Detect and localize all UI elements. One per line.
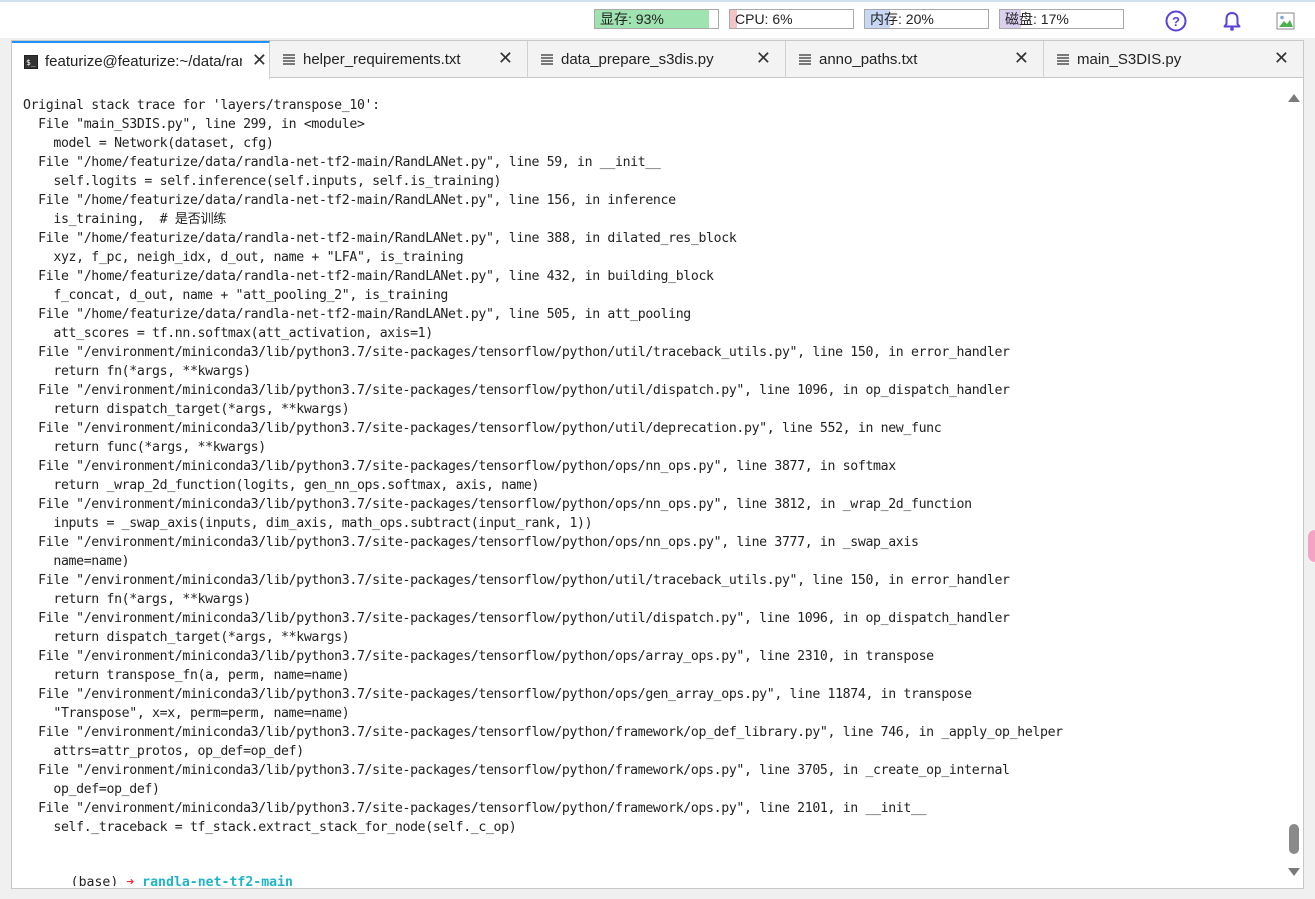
- terminal-line: File "/home/featurize/data/randla-net-tf…: [23, 155, 661, 170]
- memory-meter: 内存: 20%: [864, 9, 989, 29]
- close-icon[interactable]: ✕: [1014, 49, 1029, 67]
- vertical-scrollbar[interactable]: [1285, 86, 1303, 886]
- terminal-line: File "/environment/miniconda3/lib/python…: [23, 345, 1010, 360]
- terminal-line: File "/environment/miniconda3/lib/python…: [23, 687, 972, 702]
- scroll-thumb[interactable]: [1289, 824, 1299, 854]
- file-icon: [799, 54, 811, 65]
- terminal-line: File "/environment/miniconda3/lib/python…: [23, 649, 934, 664]
- prompt-directory: randla-net-tf2-main: [142, 875, 293, 886]
- terminal-line: return dispatch_target(*args, **kwargs): [23, 402, 350, 417]
- terminal-line: File "/environment/miniconda3/lib/python…: [23, 383, 1010, 398]
- file-icon: [283, 54, 295, 65]
- prompt-env: (base): [70, 875, 119, 886]
- terminal-line: File "/home/featurize/data/randla-net-tf…: [23, 307, 691, 322]
- terminal-prompt[interactable]: (base) ➜ randla-net-tf2-main: [23, 854, 293, 886]
- terminal-line: File "/environment/miniconda3/lib/python…: [23, 611, 1010, 626]
- terminal-line: Original stack trace for 'layers/transpo…: [23, 98, 380, 113]
- disk-meter: 磁盘: 17%: [999, 9, 1124, 29]
- terminal-output[interactable]: Original stack trace for 'layers/transpo…: [12, 86, 1282, 886]
- terminal-line: return fn(*args, **kwargs): [23, 592, 251, 607]
- terminal-line: File "/environment/miniconda3/lib/python…: [23, 497, 972, 512]
- terminal-icon: $_: [24, 55, 38, 69]
- close-icon[interactable]: ✕: [1274, 49, 1289, 67]
- svg-text:$_: $_: [26, 58, 36, 67]
- close-icon[interactable]: ✕: [498, 49, 513, 67]
- close-icon[interactable]: ✕: [252, 51, 267, 69]
- terminal-line: return fn(*args, **kwargs): [23, 364, 251, 379]
- floating-widget[interactable]: [1308, 530, 1315, 562]
- tab-label: anno_paths.txt: [819, 51, 918, 68]
- terminal-line: op_def=op_def): [23, 782, 160, 797]
- tab-label: featurize@featurize:~/data/randla-net-tf…: [45, 53, 242, 70]
- cpu-label: CPU: 6%: [735, 11, 793, 27]
- svg-text:?: ?: [1172, 14, 1180, 29]
- terminal-line: return transpose_fn(a, perm, name=name): [23, 668, 350, 683]
- memory-label: 内存: 20%: [870, 11, 934, 27]
- terminal-line: self._traceback = tf_stack.extract_stack…: [23, 820, 517, 835]
- tab-main-s3dis[interactable]: main_S3DIS.py ✕: [1044, 41, 1303, 78]
- terminal-line: File "/environment/miniconda3/lib/python…: [23, 459, 896, 474]
- terminal-line: File "/environment/miniconda3/lib/python…: [23, 573, 1010, 588]
- terminal-line: File "/environment/miniconda3/lib/python…: [23, 801, 927, 816]
- tab-terminal[interactable]: $_ featurize@featurize:~/data/randla-net…: [12, 41, 270, 79]
- terminal-line: File "/home/featurize/data/randla-net-tf…: [23, 269, 714, 284]
- terminal-line: name=name): [23, 554, 130, 569]
- terminal-line: return func(*args, **kwargs): [23, 440, 266, 455]
- terminal-line: File "/environment/miniconda3/lib/python…: [23, 421, 942, 436]
- terminal-line: is_training, # 是否训练: [23, 212, 227, 227]
- scroll-down-icon[interactable]: [1288, 868, 1300, 876]
- terminal-line: File "/home/featurize/data/randla-net-tf…: [23, 193, 676, 208]
- scroll-up-icon[interactable]: [1288, 94, 1300, 102]
- tab-helper-requirements[interactable]: helper_requirements.txt ✕: [270, 41, 528, 78]
- disk-label: 磁盘: 17%: [1005, 11, 1069, 27]
- terminal-line: self.logits = self.inference(self.inputs…: [23, 174, 502, 189]
- status-bar: 显存: 93% CPU: 6% 内存: 20% 磁盘: 17% ?: [0, 0, 1315, 38]
- terminal-line: attrs=attr_protos, op_def=op_def): [23, 744, 304, 759]
- prompt-arrow-icon: ➜: [126, 875, 135, 886]
- terminal-line: "Transpose", x=x, perm=perm, name=name): [23, 706, 350, 721]
- terminal-line: File "/home/featurize/data/randla-net-tf…: [23, 231, 737, 246]
- gpu-memory-meter: 显存: 93%: [594, 9, 719, 29]
- bell-icon[interactable]: [1221, 10, 1243, 32]
- tab-label: data_prepare_s3dis.py: [561, 51, 714, 68]
- help-icon[interactable]: ?: [1165, 10, 1187, 32]
- terminal-line: return _wrap_2d_function(logits, gen_nn_…: [23, 478, 540, 493]
- file-icon: [1057, 54, 1069, 65]
- terminal-line: f_concat, d_out, name + "att_pooling_2",…: [23, 288, 449, 303]
- terminal-line: return dispatch_target(*args, **kwargs): [23, 630, 350, 645]
- tab-anno-paths[interactable]: anno_paths.txt ✕: [786, 41, 1044, 78]
- editor-window: $_ featurize@featurize:~/data/randla-net…: [11, 40, 1304, 889]
- file-icon: [541, 54, 553, 65]
- tab-label: main_S3DIS.py: [1077, 51, 1182, 68]
- close-icon[interactable]: ✕: [756, 49, 771, 67]
- terminal-line: xyz, f_pc, neigh_idx, d_out, name + "LFA…: [23, 250, 464, 265]
- tab-data-prepare[interactable]: data_prepare_s3dis.py ✕: [528, 41, 786, 78]
- terminal-line: inputs = _swap_axis(inputs, dim_axis, ma…: [23, 516, 593, 531]
- terminal-line: File "/environment/miniconda3/lib/python…: [23, 725, 1063, 740]
- tab-bar: $_ featurize@featurize:~/data/randla-net…: [12, 41, 1303, 79]
- terminal-line: File "/environment/miniconda3/lib/python…: [23, 763, 1010, 778]
- image-icon[interactable]: [1275, 10, 1297, 32]
- gpu-memory-label: 显存: 93%: [600, 11, 664, 27]
- terminal-line: model = Network(dataset, cfg): [23, 136, 274, 151]
- terminal-line: File "main_S3DIS.py", line 299, in <modu…: [23, 117, 365, 132]
- cpu-meter: CPU: 6%: [729, 9, 854, 29]
- terminal-line: File "/environment/miniconda3/lib/python…: [23, 535, 919, 550]
- terminal-line: att_scores = tf.nn.softmax(att_activatio…: [23, 326, 433, 341]
- tab-label: helper_requirements.txt: [303, 51, 461, 68]
